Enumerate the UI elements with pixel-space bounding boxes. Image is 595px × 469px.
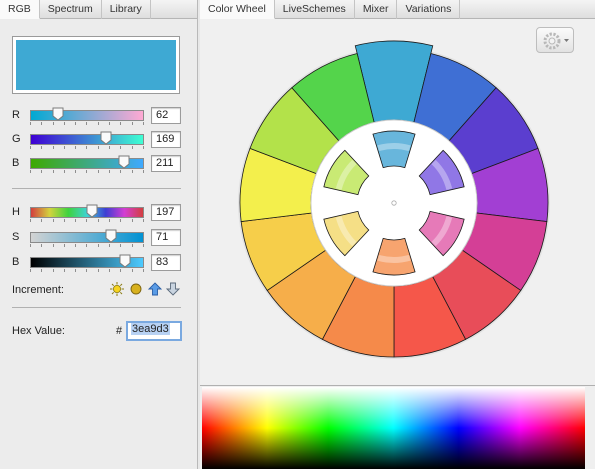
arrow-down-icon[interactable]	[165, 282, 181, 296]
slider-row-g: G 169	[0, 130, 198, 150]
color-swatch[interactable]	[12, 36, 180, 94]
slider-h-thumb[interactable]	[86, 204, 98, 218]
slider-s-thumb[interactable]	[105, 229, 117, 243]
color-wheel[interactable]	[234, 35, 554, 359]
slider-brightness-thumb[interactable]	[119, 254, 131, 268]
tab-liveschemes[interactable]: LiveSchemes	[275, 0, 355, 19]
divider	[12, 188, 181, 189]
color-swatch-fill	[16, 40, 176, 90]
slider-row-b: B 211	[0, 154, 198, 174]
slider-row-brightness: B 83	[0, 253, 198, 273]
slider-row-r: R 62	[0, 106, 198, 126]
tab-color-wheel[interactable]: Color Wheel	[200, 0, 275, 19]
slider-g-thumb[interactable]	[100, 131, 112, 145]
slider-brightness-value[interactable]: 83	[151, 254, 181, 271]
slider-h-ticks	[30, 219, 144, 223]
slider-h-value[interactable]: 197	[151, 204, 181, 221]
slider-s-track[interactable]	[30, 232, 144, 243]
hex-label: Hex Value:	[12, 325, 65, 337]
slider-s-ticks	[30, 244, 144, 248]
slider-b-thumb[interactable]	[118, 155, 130, 169]
divider	[12, 307, 181, 308]
increment-label: Increment:	[12, 284, 64, 296]
slider-r-ticks	[30, 122, 144, 126]
slider-r-value[interactable]: 62	[151, 107, 181, 124]
slider-s-label: S	[12, 231, 20, 243]
spectrum-strip[interactable]	[202, 387, 585, 469]
slider-r-track[interactable]	[30, 110, 144, 121]
hex-hash: #	[116, 325, 123, 337]
tab-rgb[interactable]: RGB	[0, 0, 40, 19]
slider-b-label: B	[12, 157, 20, 169]
slider-b-ticks	[30, 170, 144, 174]
slider-brightness-ticks	[30, 269, 144, 273]
arrow-up-icon[interactable]	[147, 282, 163, 296]
slider-s-value[interactable]: 71	[151, 229, 181, 246]
color-wheel-panel: Color Wheel LiveSchemes Mixer Variations	[200, 0, 595, 469]
rgb-panel: RGB Spectrum Library R 62 G 169 B 211 H …	[0, 0, 198, 469]
slider-g-value[interactable]: 169	[151, 131, 181, 148]
slider-g-label: G	[12, 133, 21, 145]
slider-r-label: R	[12, 109, 20, 121]
slider-row-s: S 71	[0, 228, 198, 248]
tab-mixer[interactable]: Mixer	[355, 0, 398, 19]
hex-input-text: 3ea9d3	[131, 323, 170, 335]
spectrum-shade	[202, 387, 585, 469]
slider-h-label: H	[12, 206, 20, 218]
sun-icon[interactable]	[110, 282, 124, 296]
slider-brightness-label: B	[12, 256, 20, 268]
right-tab-bar: Color Wheel LiveSchemes Mixer Variations	[200, 0, 595, 19]
slider-b-value[interactable]: 211	[151, 155, 181, 172]
hex-input[interactable]: 3ea9d3	[126, 321, 182, 341]
moon-icon[interactable]	[129, 282, 143, 296]
tab-variations[interactable]: Variations	[397, 0, 461, 19]
slider-r-thumb[interactable]	[52, 107, 64, 121]
wheel-area	[200, 19, 595, 386]
slider-g-ticks	[30, 146, 144, 150]
tab-library[interactable]: Library	[102, 0, 151, 19]
slider-g-track[interactable]	[30, 134, 144, 145]
tab-spectrum[interactable]: Spectrum	[40, 0, 102, 19]
left-tab-bar: RGB Spectrum Library	[0, 0, 197, 19]
slider-row-h: H 197	[0, 203, 198, 223]
